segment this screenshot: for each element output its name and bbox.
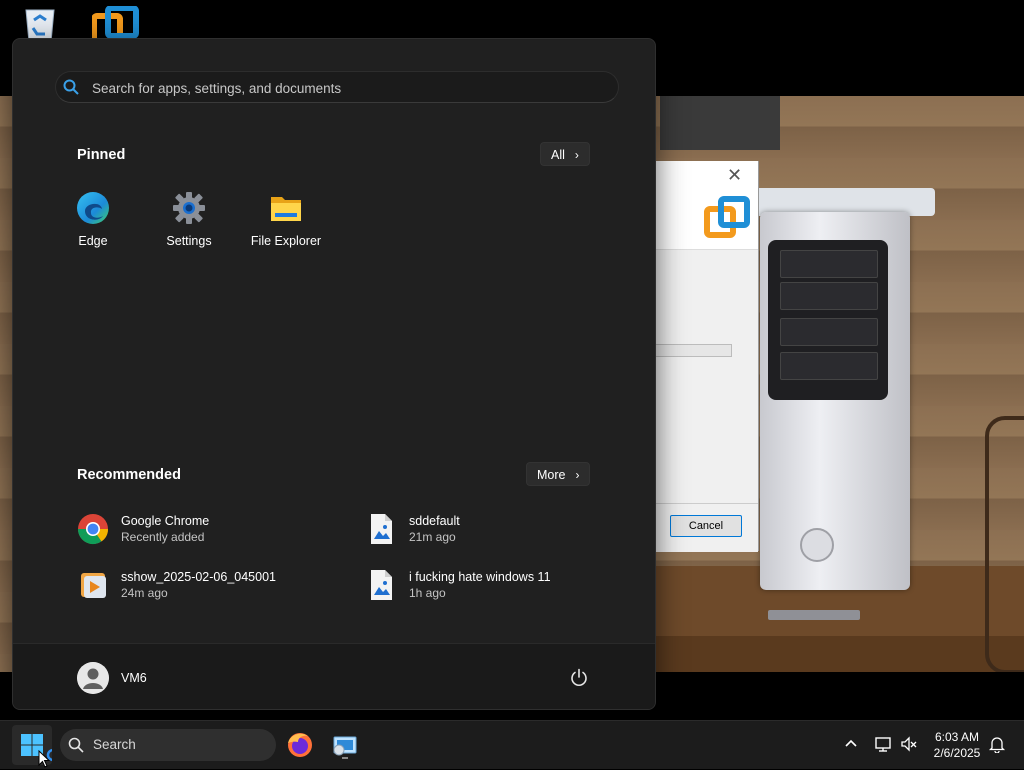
- close-icon[interactable]: ✕: [727, 165, 742, 186]
- installer-dialog: ✕ Cancel: [653, 161, 759, 552]
- dialog-titlebar: ✕: [653, 161, 758, 189]
- chevron-up-icon[interactable]: [842, 735, 860, 753]
- video-file-icon: [81, 573, 106, 598]
- chevron-right-icon: ›: [574, 148, 579, 162]
- image-file-icon: [371, 570, 392, 600]
- avatar[interactable]: [77, 662, 109, 694]
- folder-icon: [271, 197, 301, 221]
- drive-bay: [780, 282, 878, 310]
- clock-time: 6:03 AM: [934, 730, 980, 744]
- recommended-item-name: sddefault: [409, 514, 460, 528]
- edge-icon: [77, 192, 109, 224]
- drive-bay: [780, 352, 878, 380]
- chair-shape: [985, 416, 1024, 672]
- volume-muted-icon[interactable]: [900, 735, 918, 753]
- recommended-item-chrome[interactable]: Google Chrome Recently added: [77, 511, 337, 547]
- recommended-item-hate-windows[interactable]: i fucking hate windows 11 1h ago: [365, 567, 615, 603]
- chevron-right-icon: ›: [575, 468, 580, 482]
- taskbar-installer[interactable]: [328, 729, 360, 761]
- firefox-icon: [288, 733, 312, 757]
- dell-logo-shape: [800, 528, 834, 562]
- pinned-app-label: File Explorer: [250, 234, 322, 248]
- vent: [768, 610, 860, 620]
- pinned-app-edge[interactable]: Edge: [51, 191, 135, 248]
- installer-app-icon: [333, 736, 357, 759]
- recommended-item-sub: 1h ago: [409, 586, 446, 600]
- vmware-desktop-icon[interactable]: [91, 5, 142, 45]
- all-apps-button[interactable]: All ›: [540, 142, 590, 166]
- user-avatar-icon: [77, 662, 109, 694]
- recommended-item-sddefault[interactable]: sddefault 21m ago: [365, 511, 615, 547]
- pinned-title: Pinned: [77, 147, 126, 163]
- clock-date: 2/6/2025: [933, 746, 981, 760]
- taskbar-firefox[interactable]: [284, 729, 316, 761]
- taskbar-search-label: Search: [93, 737, 136, 752]
- recycle-bin-icon[interactable]: [20, 6, 60, 43]
- search-icon: [63, 79, 79, 95]
- shelf-shape: [660, 96, 780, 150]
- recommended-item-name: Google Chrome: [121, 514, 210, 528]
- dialog-banner: [653, 189, 758, 250]
- start-menu: Pinned All › Edge: [12, 38, 656, 710]
- pinned-app-label: Settings: [166, 234, 212, 248]
- recommended-item-sshow[interactable]: sshow_2025-02-06_045001 24m ago: [77, 567, 337, 603]
- chrome-icon: [77, 514, 109, 545]
- pinned-app-settings[interactable]: Settings: [147, 191, 231, 248]
- gear-icon: [173, 192, 205, 224]
- drive-bay: [780, 250, 878, 278]
- power-icon[interactable]: [569, 668, 589, 688]
- recommended-item-name: sshow_2025-02-06_045001: [121, 570, 276, 584]
- more-label: More: [537, 468, 566, 482]
- notification-bell-icon[interactable]: [988, 735, 1006, 753]
- start-search-box[interactable]: [55, 71, 619, 104]
- recommended-item-sub: Recently added: [121, 530, 205, 544]
- start-user-bar: VM6: [13, 643, 655, 709]
- image-file-icon: [371, 514, 392, 544]
- start-search-input[interactable]: [90, 72, 614, 104]
- recommended-title: Recommended: [77, 467, 181, 483]
- drive-bay: [780, 318, 878, 346]
- user-name[interactable]: VM6: [121, 671, 147, 685]
- mouse-cursor-icon: [38, 750, 51, 768]
- tower-front-panel: [768, 240, 888, 400]
- pinned-app-label: Edge: [78, 234, 108, 248]
- vmware-logo-icon: [704, 196, 750, 238]
- network-icon[interactable]: [874, 735, 892, 753]
- taskbar-search[interactable]: Search: [60, 729, 276, 761]
- all-apps-label: All: [551, 148, 565, 162]
- taskbar: Search 6:03 AM 2/6/2025: [0, 720, 1024, 769]
- cancel-button[interactable]: Cancel: [670, 515, 742, 537]
- search-icon: [68, 737, 84, 753]
- taskbar-clock[interactable]: 6:03 AM 2/6/2025: [926, 729, 988, 761]
- more-button[interactable]: More ›: [526, 462, 591, 486]
- progress-bar: [653, 344, 732, 357]
- pc-tower-shape: [760, 212, 910, 620]
- recommended-item-sub: 24m ago: [121, 586, 168, 600]
- recommended-item-name: i fucking hate windows 11: [409, 570, 551, 584]
- counter-edge-shape: [650, 636, 1024, 672]
- recommended-item-sub: 21m ago: [409, 530, 456, 544]
- pinned-app-file-explorer[interactable]: File Explorer: [244, 191, 328, 248]
